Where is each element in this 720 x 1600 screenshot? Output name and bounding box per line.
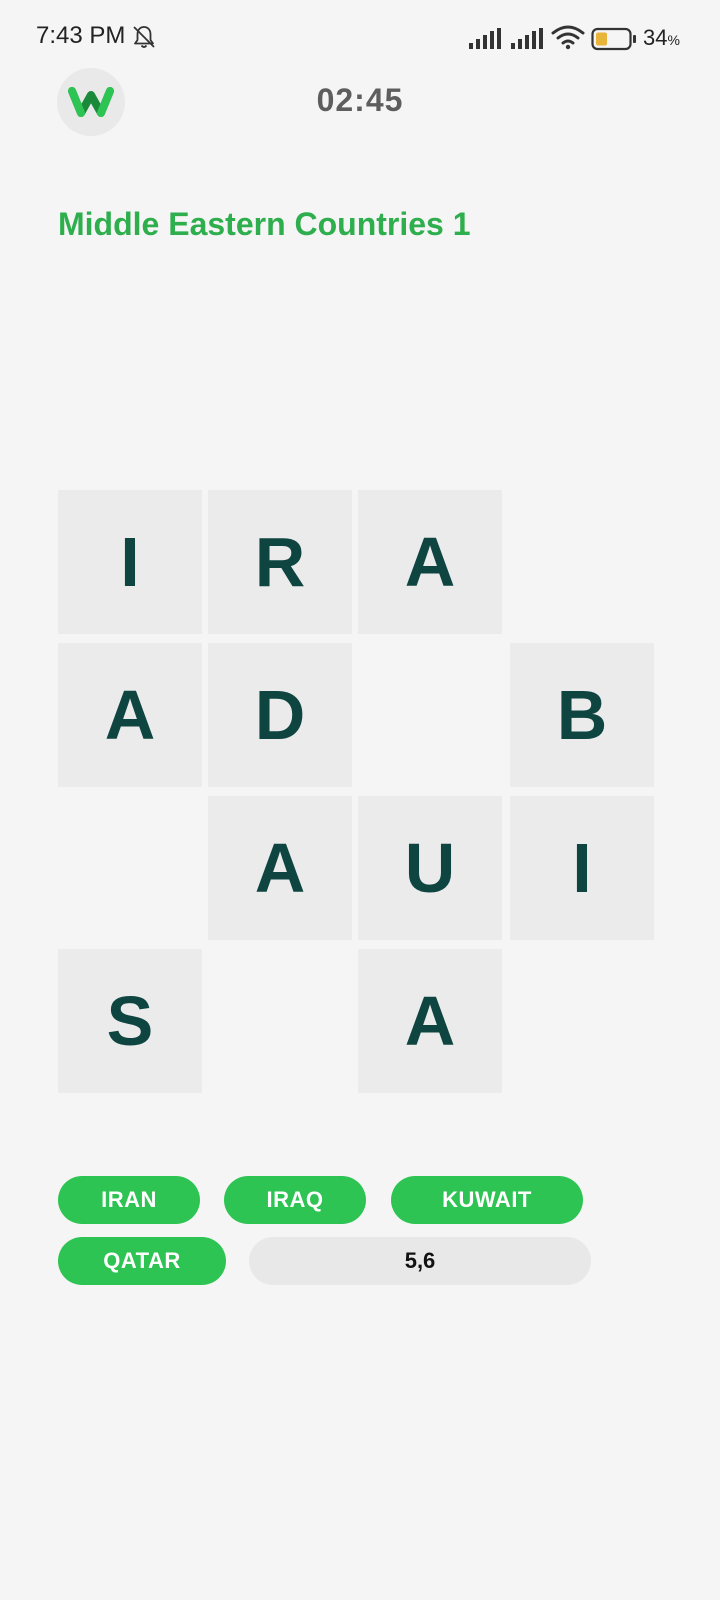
- puzzle-title: Middle Eastern Countries 1: [58, 206, 471, 242]
- letter-tile[interactable]: A: [208, 796, 352, 940]
- signal-icon: [469, 28, 501, 49]
- letter-tile[interactable]: U: [358, 796, 502, 940]
- letter-tile[interactable]: B: [510, 643, 654, 787]
- found-words-list: IRAN IRAQ KUWAIT QATAR 5,6: [58, 1176, 678, 1296]
- letter-tile[interactable]: D: [208, 643, 352, 787]
- letter-tile[interactable]: A: [358, 949, 502, 1093]
- letter-tile[interactable]: R: [208, 490, 352, 634]
- word-length-hint: 5,6: [249, 1237, 591, 1285]
- w-logo-icon: [68, 87, 114, 117]
- wifi-icon: [551, 25, 585, 50]
- battery-icon: [591, 27, 636, 51]
- battery-percent: 34%: [643, 25, 680, 50]
- letter-grid: I R A A D B A U I S A: [58, 490, 664, 1106]
- letter-tile[interactable]: S: [58, 949, 202, 1093]
- app-logo-button[interactable]: [57, 68, 125, 136]
- bell-off-icon: [133, 26, 155, 48]
- status-bar: 7:43 PM 34%: [0, 0, 720, 76]
- letter-tile[interactable]: I: [510, 796, 654, 940]
- letter-tile[interactable]: I: [58, 490, 202, 634]
- status-time: 7:43 PM: [36, 22, 126, 49]
- letter-tile[interactable]: A: [58, 643, 202, 787]
- signal-icon: [511, 28, 543, 49]
- letter-tile[interactable]: A: [358, 490, 502, 634]
- found-word-chip: IRAQ: [224, 1176, 366, 1224]
- found-word-chip: QATAR: [58, 1237, 226, 1285]
- game-timer: 02:45: [316, 82, 404, 118]
- found-word-chip: KUWAIT: [391, 1176, 583, 1224]
- found-word-chip: IRAN: [58, 1176, 200, 1224]
